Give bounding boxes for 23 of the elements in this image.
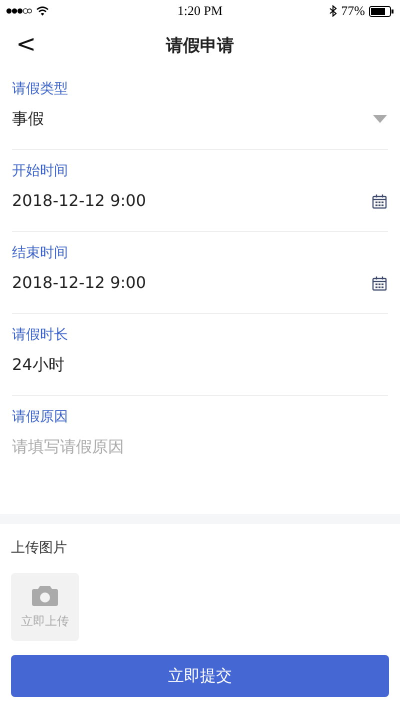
field-label: 请假原因 <box>12 408 69 427</box>
back-button[interactable]: < <box>10 30 42 58</box>
dropdown-arrow-icon <box>373 115 387 123</box>
field-label: 结束时间 <box>12 244 69 263</box>
date-value[interactable]: 2018-12-12 9:00 <box>12 272 146 294</box>
bluetooth-icon <box>329 5 338 17</box>
status-time: 1:20 PM <box>177 3 223 19</box>
field-label: 请假类型 <box>12 80 69 99</box>
field-label: 请假时长 <box>12 326 69 345</box>
camera-icon <box>31 584 59 606</box>
wifi-icon <box>36 6 49 16</box>
page-title: 请假申请 <box>166 34 234 56</box>
battery-percent: 77% <box>341 3 365 19</box>
upload-label: 上传图片 <box>11 539 68 558</box>
field-value: 24小时 <box>12 354 64 376</box>
signal-icon <box>6 7 32 15</box>
submit-button[interactable]: 立即提交 <box>11 655 389 697</box>
field-label: 开始时间 <box>12 162 69 181</box>
dropdown-value[interactable]: 事假 <box>12 108 44 130</box>
battery-icon <box>369 6 394 16</box>
calendar-icon <box>372 276 387 290</box>
date-value[interactable]: 2018-12-12 9:00 <box>12 190 146 212</box>
calendar-icon <box>372 194 387 208</box>
